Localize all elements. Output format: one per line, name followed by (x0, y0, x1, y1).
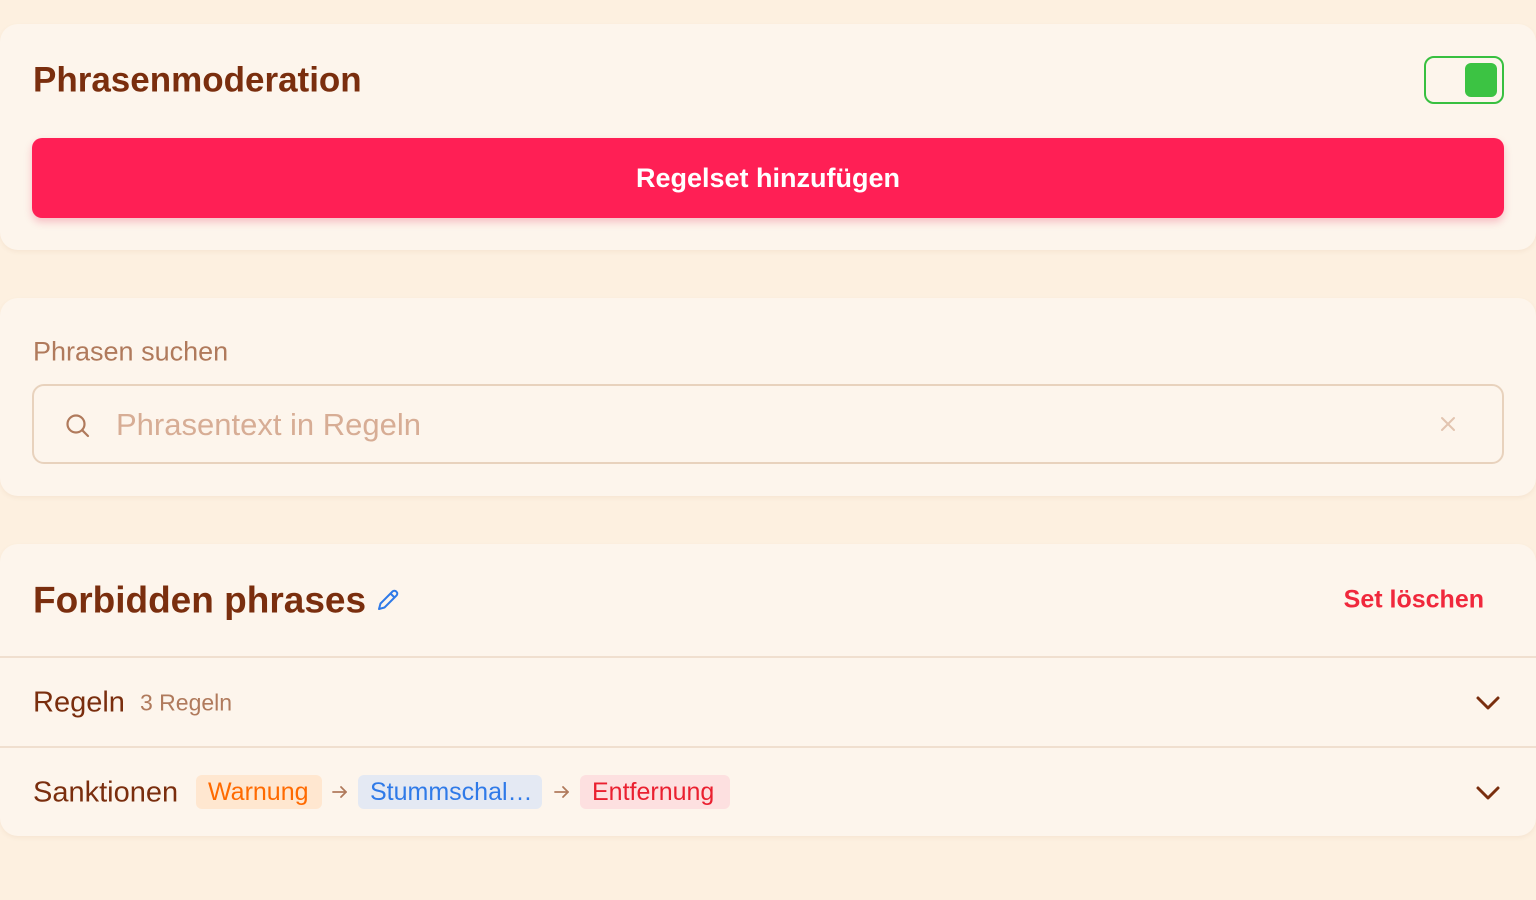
sanction-chip-removal: Entfernung (580, 775, 730, 809)
ruleset-title: Forbidden phrases (33, 579, 367, 621)
toggle-knob (1465, 63, 1497, 97)
arrow-right-icon (554, 786, 569, 798)
edit-pencil-icon[interactable] (374, 586, 402, 614)
sanctions-row-label: Sanktionen (33, 776, 179, 809)
arrow-right-icon (332, 786, 347, 798)
sanction-chip-mute: Stummschal… (358, 775, 542, 809)
ruleset-card: Forbidden phrases Set löschen Regeln 3 R… (0, 544, 1536, 836)
rules-count: 3 Regeln (140, 689, 233, 716)
search-label: Phrasen suchen (33, 336, 229, 367)
delete-set-button[interactable]: Set löschen (1344, 587, 1484, 613)
moderation-card: Phrasenmoderation Regelset hinzufügen (0, 24, 1536, 250)
rules-row[interactable]: Regeln 3 Regeln (0, 656, 1536, 745)
sanction-chip-warning: Warnung (196, 775, 322, 809)
rules-row-label: Regeln (33, 686, 125, 719)
chevron-down-icon[interactable] (1474, 691, 1502, 715)
search-input[interactable] (114, 398, 1418, 452)
chevron-down-icon[interactable] (1474, 781, 1502, 805)
sanctions-row[interactable]: Sanktionen Warnung Stummschal… Entfernun… (0, 746, 1536, 835)
search-icon (66, 414, 90, 438)
moderation-title: Phrasenmoderation (33, 60, 362, 100)
add-ruleset-button[interactable]: Regelset hinzufügen (32, 138, 1504, 218)
clear-icon[interactable] (1436, 412, 1460, 436)
search-box[interactable] (32, 384, 1504, 464)
moderation-toggle[interactable] (1424, 56, 1504, 104)
search-card: Phrasen suchen (0, 298, 1536, 496)
ruleset-header: Forbidden phrases Set löschen (0, 544, 1536, 657)
